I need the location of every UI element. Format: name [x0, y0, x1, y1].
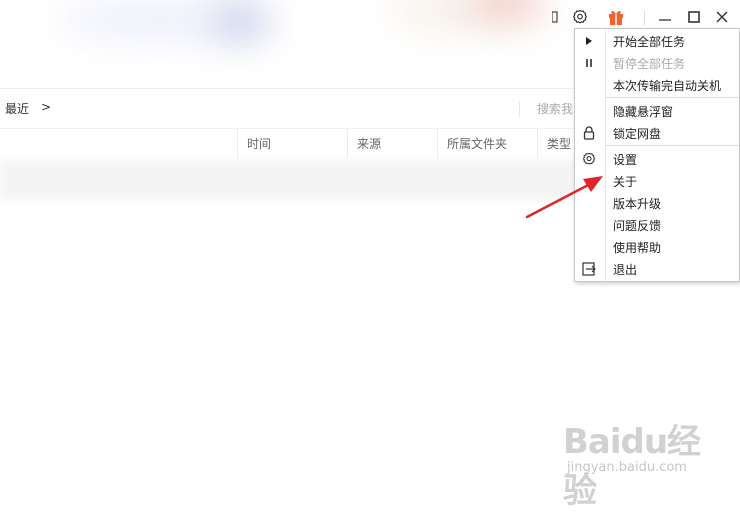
watermark-url: jingyan.baidu.com [567, 460, 687, 475]
watermark: Baidu经验 jingyan.baidu.com [563, 414, 733, 511]
